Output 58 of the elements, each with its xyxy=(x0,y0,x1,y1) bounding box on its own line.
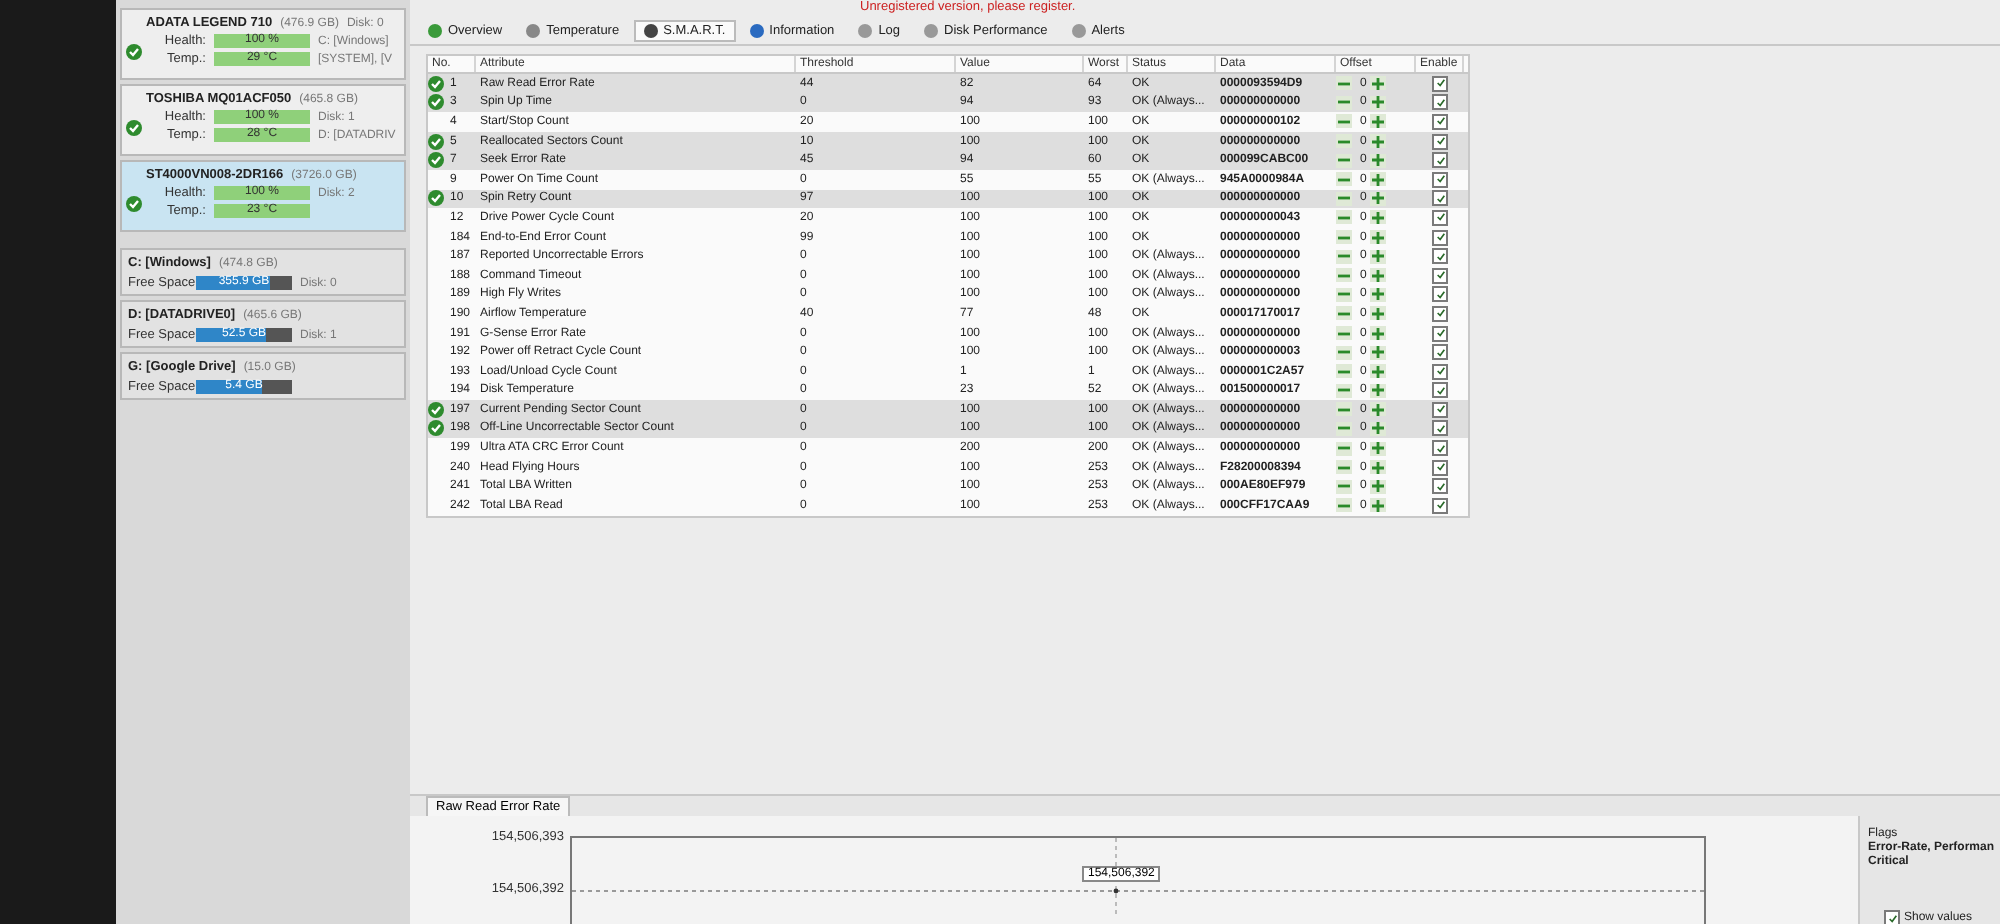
plus-button[interactable] xyxy=(1370,153,1387,168)
plus-button[interactable] xyxy=(1370,172,1387,187)
plus-button[interactable] xyxy=(1370,498,1387,513)
checkbox[interactable] xyxy=(1432,152,1448,169)
plus-button[interactable] xyxy=(1370,230,1387,245)
checkbox[interactable] xyxy=(1432,382,1448,399)
check-circle-icon xyxy=(126,44,142,60)
checkbox[interactable] xyxy=(1432,190,1448,207)
plus-button[interactable] xyxy=(1370,479,1387,494)
plus-button[interactable] xyxy=(1370,460,1387,475)
checkbox[interactable] xyxy=(1432,325,1448,342)
tab-icon xyxy=(643,23,658,37)
check-circle-icon xyxy=(126,196,142,212)
checkbox[interactable] xyxy=(1432,75,1448,92)
tab-icon xyxy=(924,23,939,37)
checkbox[interactable] xyxy=(1432,248,1448,265)
plus-button[interactable] xyxy=(1370,268,1387,283)
plus-button[interactable] xyxy=(1370,249,1387,264)
checkbox[interactable] xyxy=(1432,305,1448,322)
checkbox[interactable] xyxy=(1432,420,1448,437)
plus-button[interactable] xyxy=(1370,326,1387,341)
checkbox[interactable] xyxy=(1432,401,1448,418)
checkbox[interactable] xyxy=(1432,344,1448,361)
checkbox[interactable] xyxy=(1884,910,1900,924)
plus-button[interactable] xyxy=(1370,383,1387,398)
plus-button[interactable] xyxy=(1370,287,1387,302)
checkbox[interactable] xyxy=(1432,267,1448,284)
tab-icon xyxy=(858,23,873,37)
checkbox[interactable] xyxy=(1432,440,1448,457)
plus-button[interactable] xyxy=(1370,364,1387,379)
plus-button[interactable] xyxy=(1370,191,1387,206)
tab-icon xyxy=(1071,23,1086,37)
checkbox[interactable] xyxy=(1432,209,1448,226)
tab-icon xyxy=(749,23,764,37)
plus-button[interactable] xyxy=(1370,134,1387,149)
tab-icon xyxy=(526,23,541,37)
data-point xyxy=(1113,888,1119,894)
plus-button[interactable] xyxy=(1370,210,1387,225)
plus-button[interactable] xyxy=(1370,306,1387,321)
checkbox[interactable] xyxy=(1432,363,1448,380)
checkbox[interactable] xyxy=(1432,133,1448,150)
checkbox[interactable] xyxy=(1432,94,1448,111)
plus-button[interactable] xyxy=(1370,441,1387,456)
plus-button[interactable] xyxy=(1370,76,1387,91)
tab-icon xyxy=(428,23,442,37)
plus-button[interactable] xyxy=(1370,345,1387,360)
checkbox[interactable] xyxy=(1432,229,1448,246)
checkbox[interactable] xyxy=(1432,171,1448,188)
checkbox[interactable] xyxy=(1432,497,1448,514)
plus-button[interactable] xyxy=(1370,402,1387,417)
plus-button[interactable] xyxy=(1370,114,1387,129)
checkbox[interactable] xyxy=(1432,286,1448,303)
plus-button[interactable] xyxy=(1370,95,1387,110)
checkbox[interactable] xyxy=(1432,478,1448,495)
plus-button[interactable] xyxy=(1370,421,1387,436)
check-circle-icon xyxy=(126,120,142,136)
checkbox[interactable] xyxy=(1432,113,1448,130)
checkbox[interactable] xyxy=(1432,459,1448,476)
